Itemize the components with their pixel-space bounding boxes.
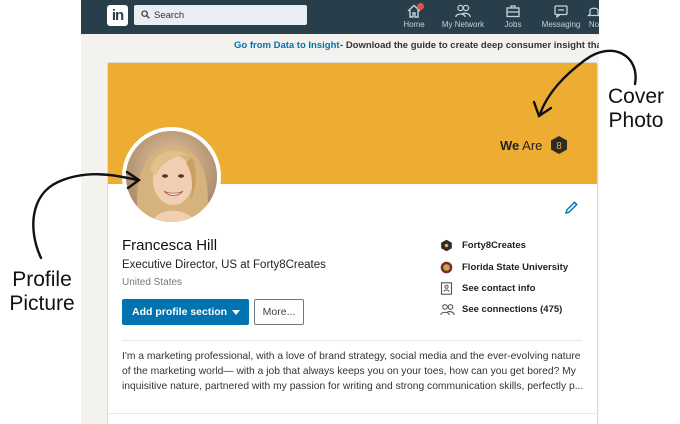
- about-line: I'm a marketing professional, with a lov…: [122, 351, 581, 362]
- university-logo-icon: [440, 261, 453, 274]
- brand-bold: We: [500, 138, 520, 153]
- hexagon-badge-icon: 8: [551, 136, 567, 154]
- nav-my-network[interactable]: My Network: [439, 4, 487, 32]
- hex-badge-label: 8: [556, 141, 562, 152]
- profile-headline: Executive Director, US at Forty8Creates: [122, 259, 326, 271]
- search-icon: [141, 10, 150, 19]
- profile-picture-annotation: Profile Picture: [2, 268, 82, 316]
- ad-body: - Download the guide to create deep cons…: [340, 40, 599, 51]
- messaging-icon: [554, 5, 568, 18]
- search-input[interactable]: [154, 5, 304, 25]
- ad-banner: Go from Data to Insight - Download the g…: [81, 38, 599, 54]
- nav-notifications-label: No: [588, 20, 599, 29]
- cover-annotation-line2: Photo: [608, 109, 664, 132]
- company-logo-icon: [441, 239, 452, 252]
- connections-icon: [440, 304, 455, 316]
- profile-card: We Are 8 Francesca Hill Executive Direct…: [107, 62, 598, 424]
- nav-home[interactable]: Home: [399, 3, 429, 32]
- cover-photo-annotation: Cover Photo: [605, 85, 667, 133]
- card-bottom-divider: [108, 413, 597, 414]
- notification-badge: [417, 3, 424, 10]
- nav-home-label: Home: [403, 20, 425, 29]
- network-icon: [455, 4, 471, 18]
- profile-photo-portrait: [126, 131, 217, 222]
- nav-notifications[interactable]: No: [587, 4, 599, 32]
- profile-picture[interactable]: [122, 127, 221, 226]
- contact-info-link[interactable]: See contact info: [440, 282, 590, 296]
- about-line: inquisitive nature, partnered with my pa…: [122, 380, 584, 392]
- linkedin-window: in Home My Network: [81, 0, 599, 424]
- more-button[interactable]: More...: [254, 299, 304, 325]
- nav-my-network-label: My Network: [441, 20, 485, 29]
- nav-jobs-label: Jobs: [504, 20, 522, 29]
- profile-name: Francesca Hill: [122, 237, 218, 254]
- ad-link[interactable]: Go from Data to Insight: [234, 40, 340, 51]
- nav-messaging[interactable]: Messaging: [539, 4, 583, 32]
- cover-annotation-line1: Cover: [607, 85, 665, 108]
- chevron-down-icon: [232, 310, 240, 315]
- contact-info-label: See contact info: [462, 283, 536, 294]
- edit-pencil-icon[interactable]: [564, 200, 579, 215]
- contact-card-icon: [440, 282, 453, 295]
- education-link[interactable]: Florida State University: [440, 261, 590, 275]
- add-profile-section-button[interactable]: Add profile section: [122, 299, 249, 325]
- profile-location: United States: [122, 277, 183, 288]
- current-company-link[interactable]: Forty8Creates: [440, 239, 590, 253]
- ad-body-text: Download the guide to create deep consum…: [345, 40, 599, 51]
- about-line: of the marketing world— with a job that …: [122, 365, 576, 377]
- top-nav-bar: in Home My Network: [81, 0, 599, 34]
- cover-brand-text: We Are: [500, 138, 542, 153]
- university-label: Florida State University: [462, 262, 569, 273]
- briefcase-icon: [506, 5, 520, 18]
- company-label: Forty8Creates: [462, 240, 526, 251]
- profile-annotation-line1: Profile: [12, 268, 72, 291]
- section-divider: [122, 340, 582, 341]
- add-profile-section-label: Add profile section: [132, 306, 228, 318]
- linkedin-logo[interactable]: in: [107, 5, 128, 26]
- connections-label: See connections (475): [462, 304, 563, 315]
- nav-messaging-label: Messaging: [541, 20, 581, 29]
- brand-light: Are: [519, 138, 543, 153]
- search-box[interactable]: [134, 5, 307, 25]
- nav-jobs[interactable]: Jobs: [499, 4, 527, 32]
- profile-annotation-line2: Picture: [9, 292, 75, 315]
- connections-link[interactable]: See connections (475): [440, 303, 590, 317]
- about-summary[interactable]: I'm a marketing professional, with a lov…: [122, 350, 584, 394]
- notifications-icon: [587, 7, 599, 17]
